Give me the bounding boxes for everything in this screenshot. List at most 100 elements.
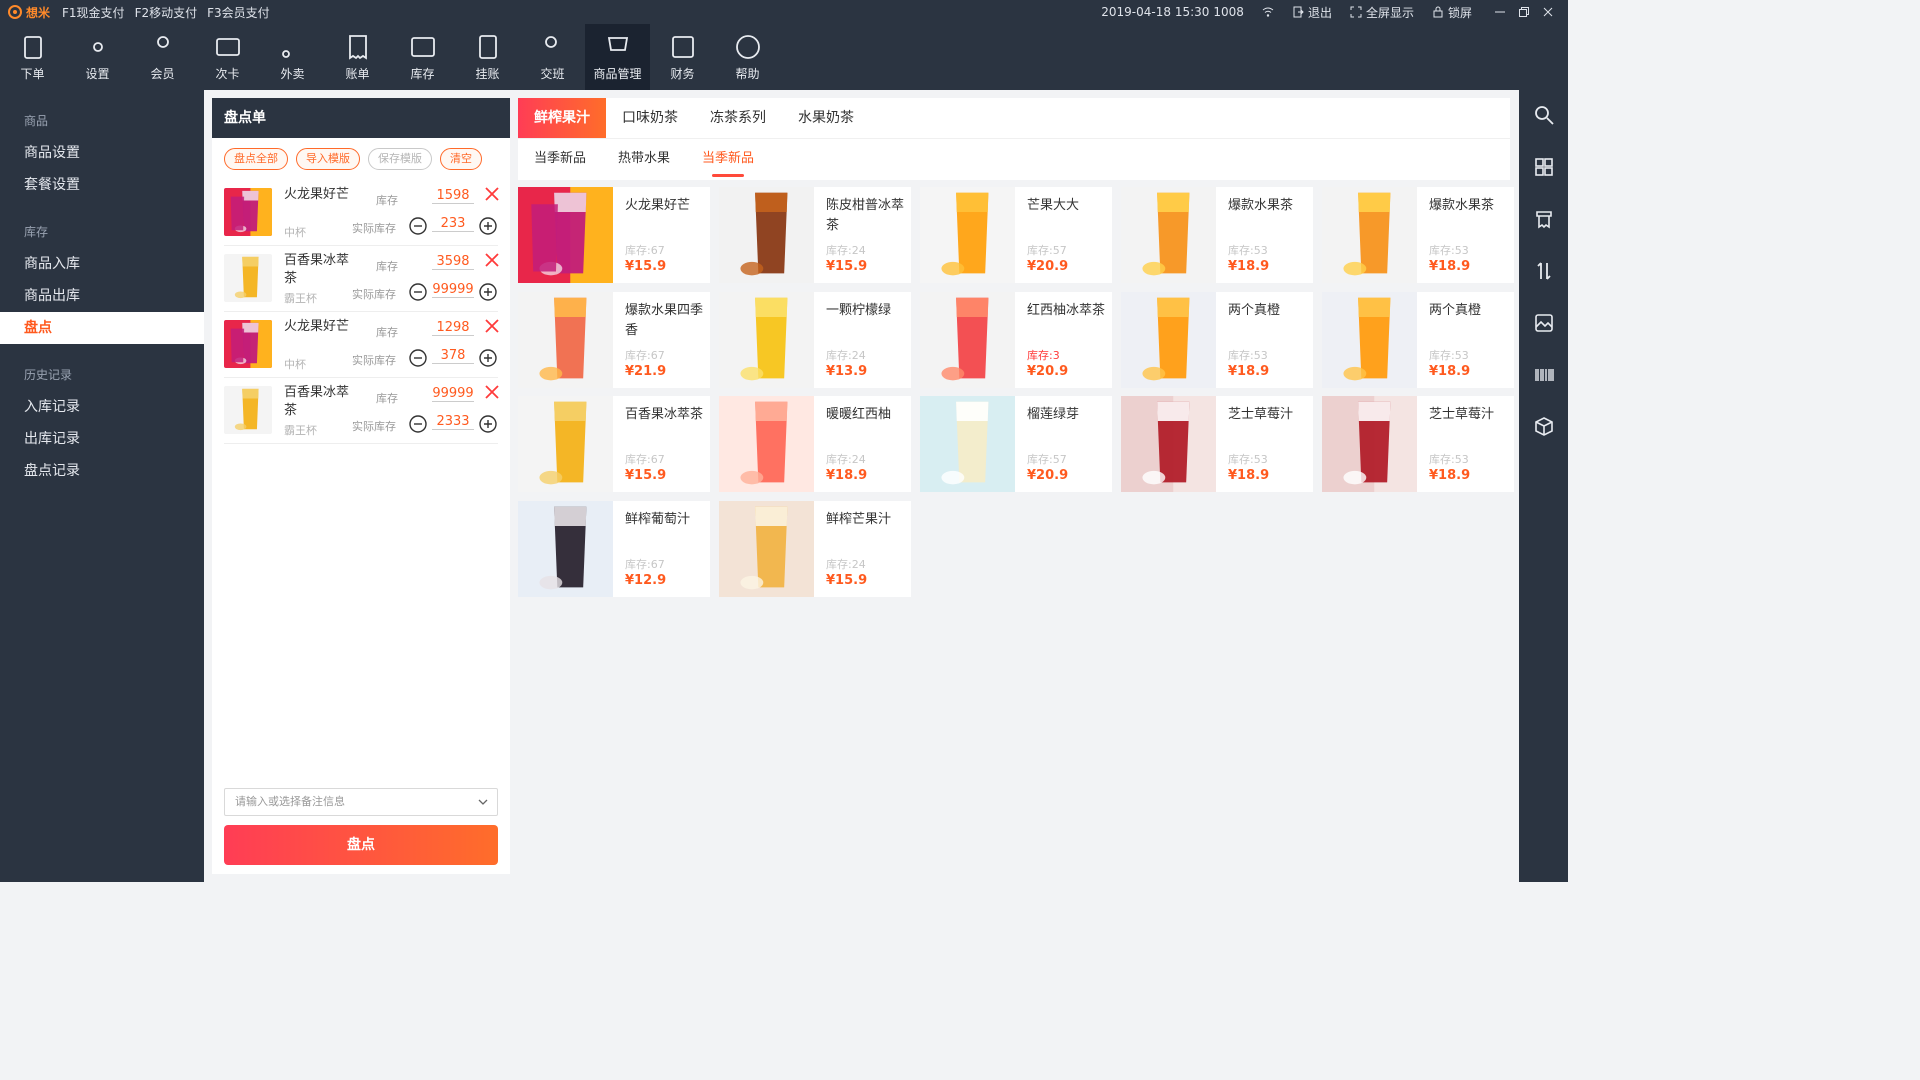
plus-circle-icon[interactable] <box>479 415 497 433</box>
sidebar-item[interactable]: 入库记录 <box>0 391 204 423</box>
toolbar-shift[interactable]: 交班 <box>520 24 585 90</box>
panel-button-1[interactable]: 导入模版 <box>296 148 360 170</box>
product-card[interactable]: 榴莲绿芽 库存:57 ¥20.9 <box>920 396 1112 493</box>
toolbar-box[interactable]: 库存 <box>390 24 455 90</box>
product-card[interactable]: 芒果大大 库存:57 ¥20.9 <box>920 187 1112 283</box>
product-image <box>518 291 613 388</box>
product-card[interactable]: 芝士草莓汁 库存:53 ¥18.9 <box>1121 396 1313 493</box>
logout-button[interactable]: 退出 <box>1292 4 1332 21</box>
subcategory-tab[interactable]: 当季新品 <box>518 139 602 179</box>
payment-shortcut-3[interactable]: F3会员支付 <box>207 4 270 21</box>
search-button[interactable] <box>1533 104 1555 130</box>
toolbar-scooter[interactable]: 外卖 <box>260 24 325 90</box>
product-name: 火龙果好芒 <box>284 187 350 202</box>
sidebar-item[interactable]: 套餐设置 <box>0 169 204 201</box>
category-tab[interactable]: 冻茶系列 <box>694 98 782 138</box>
sidebar-item[interactable]: 盘点记录 <box>0 455 204 487</box>
product-stock: 库存:24 <box>826 348 866 362</box>
printer-button[interactable] <box>1533 208 1555 234</box>
product-card[interactable]: 红西柚冰萃茶 库存:3 ¥20.9 <box>920 291 1112 388</box>
sidebar-item[interactable]: 盘点 <box>0 312 204 344</box>
product-card[interactable]: 鲜榨芒果汁 库存:24 ¥15.9 <box>719 501 911 598</box>
delete-x-icon[interactable] <box>484 186 500 202</box>
product-spec: 中杯 <box>284 226 306 239</box>
minus-circle-icon[interactable] <box>409 349 427 367</box>
product-stock: 库存:53 <box>1228 244 1268 257</box>
product-image <box>518 187 613 283</box>
image-button[interactable] <box>1533 312 1555 338</box>
panel-button-0[interactable]: 盘点全部 <box>224 148 288 170</box>
actual-stock-input[interactable]: 2333 <box>432 414 474 430</box>
product-card[interactable]: 火龙果好芒 库存:67 ¥15.9 <box>518 187 710 283</box>
brand-name: 想米 <box>26 5 51 20</box>
product-card[interactable]: 爆款水果茶 库存:53 ¥18.9 <box>1121 187 1313 283</box>
stock-label: 库存 <box>376 260 398 273</box>
product-card[interactable]: 芝士草莓汁 库存:53 ¥18.9 <box>1322 396 1514 493</box>
close-icon[interactable] <box>1542 6 1554 18</box>
toolbar-help[interactable]: 帮助 <box>715 24 780 90</box>
sort-button[interactable] <box>1533 260 1555 286</box>
product-image <box>1322 291 1417 388</box>
product-image <box>719 396 814 493</box>
payment-shortcut-2[interactable]: F2移动支付 <box>135 4 198 21</box>
product-name: 红西柚冰萃茶 <box>1027 302 1106 318</box>
product-card[interactable]: 爆款水果四季香 库存:67 ¥21.9 <box>518 291 710 388</box>
subcategory-tab[interactable]: 当季新品 <box>686 139 770 179</box>
sidebar-item[interactable]: 出库记录 <box>0 423 204 455</box>
restore-icon[interactable] <box>1518 6 1530 18</box>
brand: 想米 <box>0 4 50 21</box>
actual-stock-input[interactable]: 233 <box>432 216 474 232</box>
minimize-icon[interactable] <box>1494 6 1506 18</box>
product-price: ¥18.9 <box>1228 468 1270 484</box>
toolbar-gear[interactable]: 设置 <box>65 24 130 90</box>
product-card[interactable]: 爆款水果茶 库存:53 ¥18.9 <box>1322 187 1514 283</box>
plus-circle-icon[interactable] <box>479 217 497 235</box>
minus-circle-icon[interactable] <box>409 217 427 235</box>
product-card[interactable]: 两个真橙 库存:53 ¥18.9 <box>1121 291 1313 388</box>
remark-select[interactable]: 请输入或选择备注信息 <box>224 788 498 816</box>
delete-x-icon[interactable] <box>484 252 500 268</box>
actual-stock-input[interactable]: 99999 <box>432 282 474 298</box>
product-price: ¥12.9 <box>625 573 667 589</box>
product-stock: 库存:57 <box>1027 453 1067 467</box>
panel-button-3[interactable]: 清空 <box>440 148 482 170</box>
product-price: ¥20.9 <box>1027 363 1069 379</box>
product-card[interactable]: 暖暖红西柚 库存:24 ¥18.9 <box>719 396 911 493</box>
delete-x-icon[interactable] <box>484 318 500 334</box>
plus-circle-icon[interactable] <box>479 349 497 367</box>
payment-shortcut-1[interactable]: F1现金支付 <box>62 4 125 21</box>
goods-icon <box>607 36 628 51</box>
product-price: ¥21.9 <box>625 363 667 379</box>
submit-check-button[interactable]: 盘点 <box>224 825 498 865</box>
toolbar-finance[interactable]: 财务 <box>650 24 715 90</box>
plus-circle-icon[interactable] <box>479 283 497 301</box>
toolbar-bill[interactable]: 账单 <box>325 24 390 90</box>
toolbar-goods[interactable]: 商品管理 <box>585 24 650 90</box>
actual-stock-input[interactable]: 378 <box>432 348 474 364</box>
product-card[interactable]: 鲜榨葡萄汁 库存:67 ¥12.9 <box>518 501 710 598</box>
subcategory-tab[interactable]: 热带水果 <box>602 139 686 179</box>
product-card[interactable]: 一颗柠檬绿 库存:24 ¥13.9 <box>719 291 911 388</box>
toolbar-clipboard[interactable]: 下单 <box>0 24 65 90</box>
sidebar-item[interactable]: 商品入库 <box>0 248 204 280</box>
fullscreen-button[interactable]: 全屏显示 <box>1350 4 1414 21</box>
barcode-button[interactable] <box>1533 364 1555 390</box>
minus-circle-icon[interactable] <box>409 415 427 433</box>
sidebar-item[interactable]: 商品设置 <box>0 137 204 169</box>
product-card[interactable]: 百香果冰萃茶 库存:67 ¥15.9 <box>518 396 710 493</box>
category-tab[interactable]: 口味奶茶 <box>606 98 694 138</box>
lock-screen-button[interactable]: 锁屏 <box>1432 4 1472 21</box>
category-tab[interactable]: 水果奶茶 <box>782 98 870 138</box>
delete-x-icon[interactable] <box>484 384 500 400</box>
package-button[interactable] <box>1533 416 1555 442</box>
toolbar-user[interactable]: 会员 <box>130 24 195 90</box>
toolbar-ledger[interactable]: 挂账 <box>455 24 520 90</box>
minus-circle-icon[interactable] <box>409 283 427 301</box>
grid-button[interactable] <box>1533 156 1555 182</box>
toolbar-card[interactable]: 次卡 <box>195 24 260 90</box>
category-tab[interactable]: 鲜榨果汁 <box>518 98 606 138</box>
product-card[interactable]: 陈皮柑普冰萃茶 库存:24 ¥15.9 <box>719 187 911 283</box>
sidebar-item[interactable]: 商品出库 <box>0 280 204 312</box>
product-name: 芒果大大 <box>1027 198 1080 213</box>
product-card[interactable]: 两个真橙 库存:53 ¥18.9 <box>1322 291 1514 388</box>
